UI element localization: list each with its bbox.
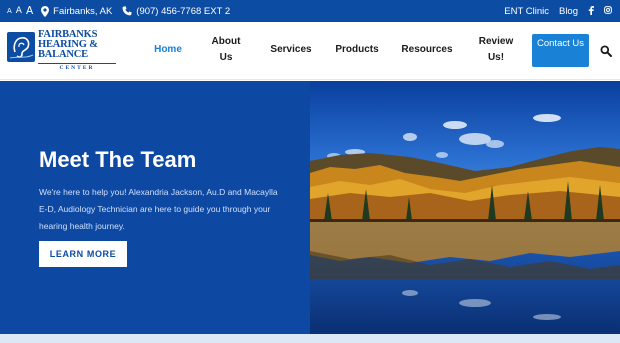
site-logo[interactable]: FAIRBANKS HEARING & BALANCE CENTER: [7, 29, 119, 72]
logo-line-4: CENTER: [38, 63, 116, 71]
nav-products[interactable]: Products: [333, 42, 381, 58]
hero-description: We're here to help you! Alexandria Jacks…: [39, 187, 278, 231]
logo-line-3: BALANCE: [38, 49, 88, 60]
nav-about-us[interactable]: About Us: [206, 34, 246, 66]
nav-review-us[interactable]: Review Us!: [476, 34, 516, 66]
logo-wordmark: FAIRBANKS HEARING & BALANCE: [38, 29, 98, 60]
top-bar-left: A A A Fairbanks, AK (907) 456-7768 EXT 2: [7, 0, 240, 22]
instagram-icon[interactable]: [604, 6, 612, 16]
learn-more-button[interactable]: LEARN MORE: [39, 241, 127, 267]
hero-title: Meet The Team: [39, 147, 197, 172]
top-utility-bar: A A A Fairbanks, AK (907) 456-7768 EXT 2…: [0, 0, 620, 22]
ent-clinic-link[interactable]: ENT Clinic: [504, 6, 549, 17]
map-pin-icon: [41, 5, 50, 17]
nav-resources[interactable]: Resources: [400, 42, 454, 58]
hero-section: Meet The Team We're here to help you! Al…: [0, 81, 620, 334]
location-link[interactable]: Fairbanks, AK: [41, 5, 113, 17]
site-header: FAIRBANKS HEARING & BALANCE CENTER Home …: [0, 22, 620, 80]
location-text: Fairbanks, AK: [53, 5, 113, 17]
ear-logo-icon: [7, 32, 35, 62]
font-size-small-button[interactable]: A: [7, 7, 12, 15]
phone-icon: [122, 6, 132, 16]
blog-link[interactable]: Blog: [559, 6, 578, 17]
hero-content-panel: Meet The Team We're here to help you! Al…: [0, 81, 310, 334]
search-icon[interactable]: [600, 44, 612, 57]
hero-landscape-image: [310, 81, 620, 334]
contact-us-button[interactable]: Contact Us: [532, 34, 589, 67]
font-size-large-button[interactable]: A: [26, 6, 33, 17]
font-size-medium-button[interactable]: A: [16, 6, 22, 16]
top-bar-right: ENT Clinic Blog: [494, 0, 612, 22]
phone-text: (907) 456-7768 EXT 2: [136, 5, 231, 17]
bottom-section-strip: [0, 334, 620, 343]
nav-services[interactable]: Services: [268, 42, 314, 58]
facebook-icon[interactable]: [588, 5, 594, 17]
phone-link[interactable]: (907) 456-7768 EXT 2: [122, 6, 230, 17]
nav-home[interactable]: Home: [150, 42, 186, 58]
